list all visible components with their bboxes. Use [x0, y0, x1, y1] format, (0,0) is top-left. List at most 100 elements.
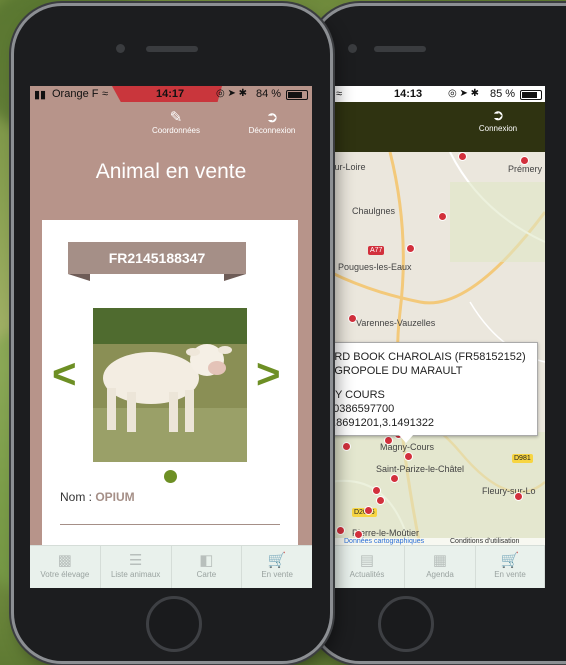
map-pin[interactable]: [364, 506, 373, 515]
map-pin[interactable]: [458, 152, 467, 161]
carrier-name: Orange F: [52, 88, 99, 100]
login-label: Connexion: [478, 124, 518, 133]
tab-actualites[interactable]: ▤ Actualités: [330, 546, 405, 588]
front-camera: [116, 44, 125, 53]
cart-icon: 🛒: [267, 552, 287, 569]
ribbon-tail: [68, 274, 90, 281]
name-label: Nom :: [60, 490, 96, 504]
tab-carte[interactable]: ◧ Carte: [172, 546, 243, 588]
map-pin[interactable]: [406, 244, 415, 253]
map-pin[interactable]: [372, 486, 381, 495]
popup-line: AGROPOLE DU MARAULT: [330, 365, 463, 377]
map[interactable]: sur-Loire Prémery Chaulgnes Pougues-les-…: [330, 152, 545, 546]
map-pin[interactable]: [336, 526, 345, 535]
place-label: sur-Loire: [330, 162, 366, 172]
animal-card: FR2145188347 < > Nom: OPIUM: [42, 220, 298, 588]
tab-label: Actualités: [349, 570, 385, 579]
place-label: Prémery: [508, 164, 543, 174]
popup-line: ERD BOOK CHAROLAIS (FR58152152): [330, 351, 526, 363]
logout-button[interactable]: ➲ Déconnexion: [240, 109, 304, 136]
popup-line: NY COURS: [330, 389, 385, 401]
news-icon: ▤: [359, 552, 375, 569]
tab-en-vente[interactable]: 🛒 En vente: [476, 546, 545, 588]
map-icon: ◧: [199, 552, 214, 569]
animal-id-ribbon: FR2145188347: [68, 242, 246, 274]
tab-liste-animaux[interactable]: ☰ Liste animaux: [101, 546, 172, 588]
map-data-link[interactable]: Données cartographiques: [344, 538, 424, 545]
tab-label: Carte: [196, 570, 217, 579]
map-pin[interactable]: [348, 314, 357, 323]
place-label: Pougues-les-Eaux: [338, 262, 412, 272]
road-badge: A77: [368, 246, 385, 255]
place-label: Chaulgnes: [352, 206, 396, 216]
cow-image: [93, 308, 247, 462]
top-actions: ✎ Coordonnées ➲ Déconnexion: [30, 110, 312, 148]
left-phone: ▮▮ Orange F ≈ 14:17 ◎ ➤ ✱ 84 % ✎ Coordon…: [14, 6, 330, 661]
wifi-icon: ≈: [336, 88, 343, 100]
map-pin[interactable]: [404, 452, 413, 461]
calendar-icon: ▦: [432, 552, 448, 569]
divider: [60, 524, 280, 525]
next-arrow[interactable]: >: [256, 350, 281, 398]
map-pin[interactable]: [384, 436, 393, 445]
tab-label: En vente: [261, 570, 293, 579]
map-pin[interactable]: [390, 474, 399, 483]
status-battery-text: 85 %: [490, 88, 516, 100]
tab-votre-elevage[interactable]: ▩ Votre élevage: [30, 546, 101, 588]
previous-arrow[interactable]: <: [52, 350, 77, 398]
wifi-icon: ≈: [102, 88, 109, 100]
place-label: Saint-Parize-le-Châtel: [376, 464, 465, 474]
popup-tip: [398, 434, 414, 443]
status-battery-text: 84 %: [256, 88, 282, 100]
tab-agenda[interactable]: ▦ Agenda: [405, 546, 476, 588]
name-value: OPIUM: [95, 490, 135, 504]
tab-label: En vente: [494, 570, 526, 579]
logout-label: Déconnexion: [248, 126, 296, 135]
status-bar: ▮▮ Orange F ≈ 14:17 ◎ ➤ ✱ 84 %: [30, 86, 312, 102]
right-phone: ≈ 14:13 ◎ ➤ ✱ 85 % ➲ Connexion sur-Loire…: [312, 6, 566, 661]
battery-icon: [520, 90, 542, 100]
terms-link[interactable]: Conditions d'utilisation: [450, 538, 519, 545]
place-label: Fleury-sur-Lo: [482, 486, 536, 496]
popup-line: : 0386597700: [330, 403, 395, 415]
home-button[interactable]: [378, 596, 434, 652]
tab-label: Agenda: [426, 570, 454, 579]
speaker: [146, 46, 198, 52]
tab-bar: ▩ Votre élevage ☰ Liste animaux ◧ Carte …: [30, 545, 312, 588]
coordinates-button[interactable]: ✎ Coordonnées: [144, 110, 208, 136]
app-header: ➲ Connexion: [330, 102, 545, 152]
tab-label: Liste animaux: [110, 570, 161, 579]
ribbon-tail: [224, 274, 246, 281]
left-screen: ▮▮ Orange F ≈ 14:17 ◎ ➤ ✱ 84 % ✎ Coordon…: [30, 86, 312, 588]
logout-icon: ➲: [265, 109, 279, 126]
tab-label: Votre élevage: [40, 570, 90, 579]
cow-icon: ▩: [57, 552, 72, 569]
tab-en-vente[interactable]: 🛒 En vente: [242, 546, 312, 588]
status-icons: ◎ ➤ ✱: [216, 88, 248, 99]
status-bar: ≈ 14:13 ◎ ➤ ✱ 85 %: [330, 86, 545, 102]
login-icon: ➲: [491, 107, 505, 124]
status-icons: ◎ ➤ ✱: [448, 88, 480, 99]
front-camera: [348, 44, 357, 53]
speaker: [374, 46, 426, 52]
map-pin[interactable]: [520, 156, 529, 165]
cart-icon: 🛒: [500, 552, 520, 569]
page-title: Animal en vente: [95, 160, 247, 183]
map-popup[interactable]: ERD BOOK CHAROLAIS (FR58152152) AGROPOLE…: [330, 342, 538, 436]
signal-icon: ▮▮: [34, 89, 47, 101]
login-button[interactable]: ➲ Connexion: [468, 107, 528, 134]
list-icon: ☰: [128, 552, 143, 569]
map-pin[interactable]: [376, 496, 385, 505]
popup-line: 6.8691201,3.1491322: [330, 417, 435, 429]
map-pin[interactable]: [438, 212, 447, 221]
map-pin[interactable]: [514, 492, 523, 501]
animal-name: Nom : OPIUM: [60, 490, 135, 504]
map-pin[interactable]: [342, 442, 351, 451]
carousel-dot[interactable]: [164, 470, 177, 483]
tab-bar: ▤ Actualités ▦ Agenda 🛒 En vente: [330, 545, 545, 588]
status-time: 14:17: [156, 88, 185, 100]
status-time: 14:13: [394, 88, 423, 100]
home-button[interactable]: [146, 596, 202, 652]
animal-photo[interactable]: [93, 308, 247, 462]
battery-icon: [286, 90, 308, 100]
